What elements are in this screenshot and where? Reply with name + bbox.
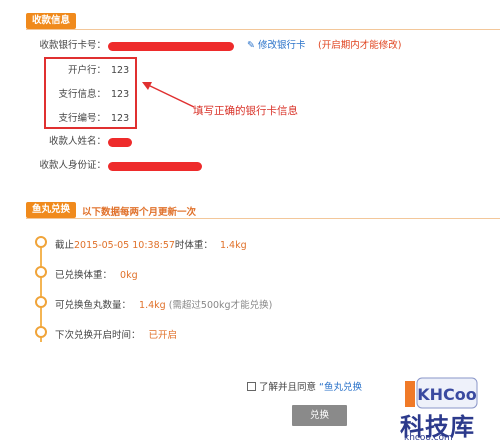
pencil-icon[interactable]: ✎ <box>247 39 255 53</box>
weight-prefix: 截止 <box>55 240 75 251</box>
id-row: 收款人身份证： <box>0 159 220 173</box>
id-label: 收款人身份证： <box>39 160 106 171</box>
id-redacted <box>108 162 202 171</box>
agree-text: 了解并且同意 <box>259 382 317 393</box>
watermark-logo-text: KHCoo <box>417 385 477 404</box>
available-note: (需超过500kg才能兑换) <box>168 300 273 311</box>
timeline-dot <box>35 296 47 308</box>
available-label: 可兑换鱼丸数量： <box>55 300 132 311</box>
watermark-url: khcoo.com <box>404 433 453 443</box>
agree-row: 了解并且同意 “鱼丸兑换 <box>247 379 362 393</box>
next-open-value: 已开启 <box>148 330 178 341</box>
agree-checkbox[interactable] <box>247 382 256 391</box>
submit-button[interactable]: 兑换 <box>292 405 347 426</box>
bank-card-redacted <box>108 42 234 51</box>
available-value: 1.4kg <box>139 300 166 311</box>
edit-note: (开启期内才能修改) <box>318 40 402 51</box>
weight-date: 2015-05-05 10:38:57 <box>74 240 175 251</box>
annotation-box <box>44 57 137 129</box>
exchange-section-tag: 鱼丸兑换 <box>26 202 77 218</box>
exchanged-item: 已兑换体重： 0kg <box>55 267 138 281</box>
weight-value: 1.4kg <box>219 240 247 251</box>
exchange-subtitle: 以下数据每两个月更新一次 <box>82 207 197 218</box>
name-label: 收款人姓名： <box>48 136 106 147</box>
name-redacted <box>108 138 132 147</box>
weight-item: 截止2015-05-05 10:38:57时体重： 1.4kg <box>55 237 247 251</box>
timeline-dot <box>35 326 47 338</box>
exchanged-value: 0kg <box>120 270 138 281</box>
exchanged-label: 已兑换体重： <box>55 270 113 281</box>
bank-card-label: 收款银行卡号： <box>39 40 106 51</box>
next-open-label: 下次兑换开启时间： <box>55 330 141 341</box>
weight-mid: 时体重： <box>174 240 213 251</box>
timeline-dot <box>35 266 47 278</box>
watermark-logo: KHCoo <box>404 376 478 410</box>
exchange-section-divider <box>26 218 500 219</box>
next-open-item: 下次兑换开启时间： 已开启 <box>55 327 177 341</box>
timeline-dot <box>35 236 47 248</box>
agree-terms-link[interactable]: “鱼丸兑换 <box>319 382 362 393</box>
bank-card-row: 收款银行卡号： ✎ 修改银行卡 (开启期内才能修改) <box>0 39 500 53</box>
annotation-arrow <box>142 82 195 108</box>
receipt-section-divider <box>26 29 500 30</box>
available-item: 可兑换鱼丸数量： 1.4kg (需超过500kg才能兑换) <box>55 297 272 311</box>
annotation-text: 填写正确的银行卡信息 <box>193 105 298 117</box>
edit-card-link[interactable]: 修改银行卡 <box>258 39 306 53</box>
receipt-section-tag: 收款信息 <box>26 13 77 29</box>
name-row: 收款人姓名： <box>0 135 140 149</box>
